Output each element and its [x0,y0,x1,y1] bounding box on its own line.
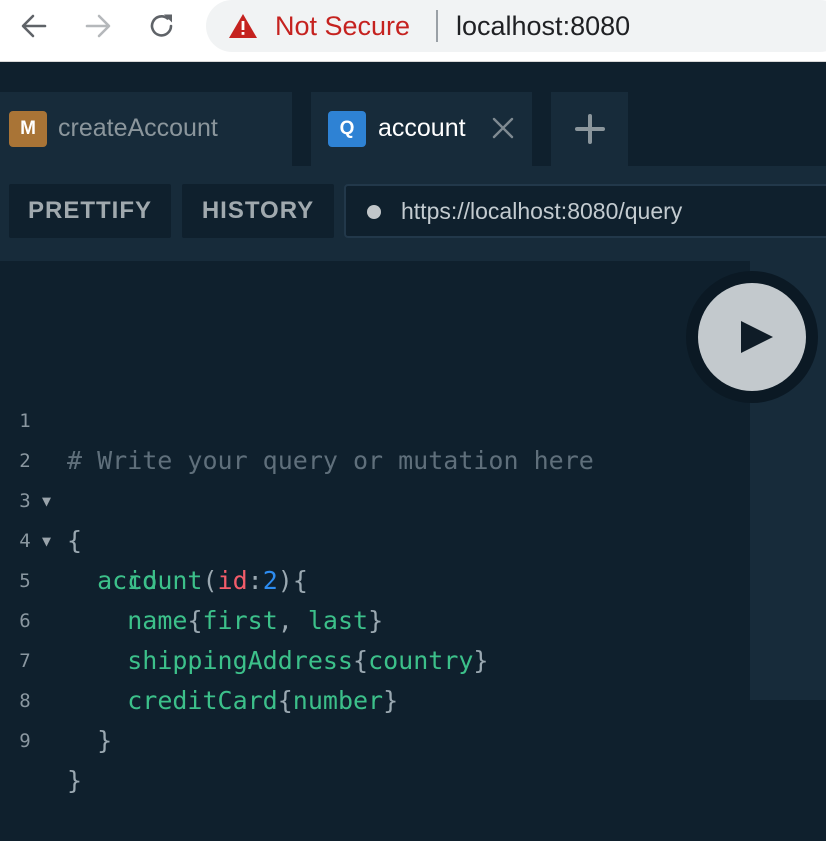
code-line: 1 # Write your query or mutation here [0,361,750,475]
arrow-right-icon [85,14,111,38]
forward-button[interactable] [80,8,116,44]
code-line: 3 ▼ account(id:2){ [0,441,750,595]
tab-create-account[interactable]: M createAccount [0,92,292,166]
code-line: 7 creditCard{number} [0,601,750,715]
security-status[interactable]: Not Secure [275,10,410,42]
code-line: 2 ▼ { [0,401,750,555]
prettify-button[interactable]: PRETTIFY [9,184,171,238]
code-line: 9 } [0,681,750,795]
connection-status-dot [367,205,381,219]
plus-icon [574,114,605,144]
warning-triangle-icon [229,14,257,38]
reload-button[interactable] [144,8,180,44]
history-button[interactable]: HISTORY [182,184,334,238]
address-separator [436,10,438,42]
address-text[interactable]: localhost:8080 [456,10,630,42]
play-icon [741,321,773,353]
query-badge: Q [328,111,366,147]
arrow-left-icon [21,14,47,38]
browser-toolbar: Not Secure localhost:8080 [0,0,826,62]
code-text: } [67,766,83,795]
code-line: 8 } [0,641,750,755]
back-button[interactable] [16,8,52,44]
reload-icon [150,14,173,37]
address-bar[interactable]: Not Secure localhost:8080 [206,0,826,52]
execute-query-button[interactable] [698,283,806,391]
endpoint-input[interactable]: https://localhost:8080/query [344,184,826,238]
add-tab-button[interactable] [551,92,628,166]
close-icon[interactable] [491,116,515,140]
endpoint-url: https://localhost:8080/query [401,198,683,224]
code-line: 5 name{first, last} [0,521,750,635]
code-line: 4 id [0,481,750,595]
line-number: 9 [19,730,31,752]
graphql-playground: M createAccount Q account PRETTIFY HISTO… [0,62,826,795]
tab-account[interactable]: Q account [311,92,532,166]
query-editor[interactable]: 1 # Write your query or mutation here 2 … [0,261,750,795]
mutation-badge: M [9,111,47,147]
tab-label: account [378,114,466,142]
tab-label: createAccount [58,114,218,142]
code-line: 6 shippingAddress{country} [0,561,750,675]
